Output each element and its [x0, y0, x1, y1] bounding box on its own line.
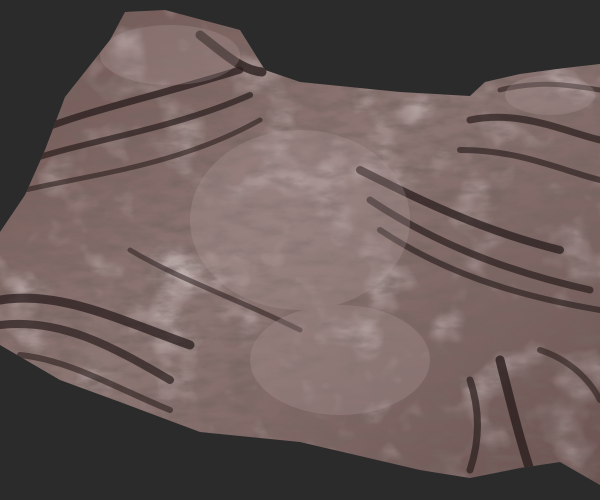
terrain-surface — [0, 10, 600, 485]
viewport[interactable] — [0, 0, 600, 500]
terrain-render — [0, 10, 600, 485]
